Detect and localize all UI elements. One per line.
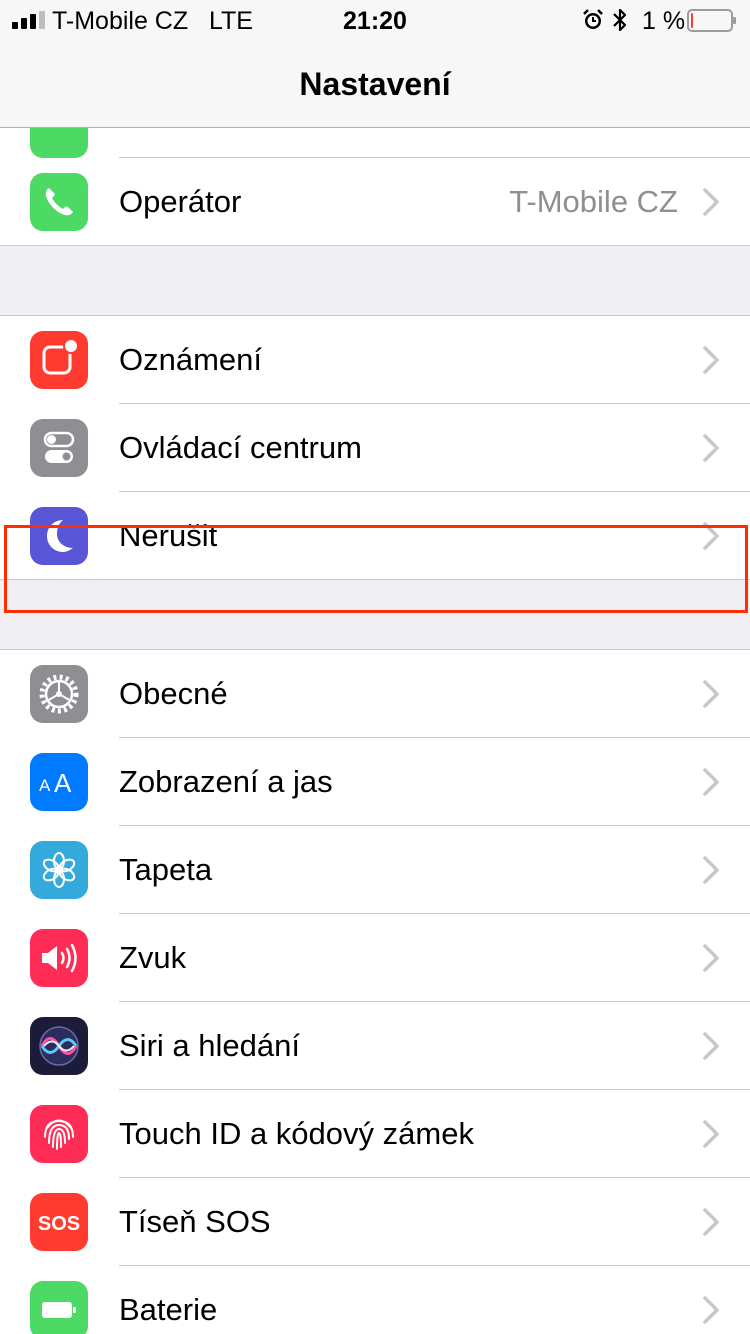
moon-icon	[30, 507, 88, 565]
list-item-partial[interactable]	[0, 128, 750, 158]
sos-icon: SOS	[30, 1193, 88, 1251]
list-item-operator[interactable]: Operátor T-Mobile CZ	[0, 158, 750, 246]
chevron-right-icon	[703, 346, 719, 374]
list-item-display-brightness[interactable]: AA Zobrazení a jas	[0, 738, 750, 826]
battery-icon	[30, 1281, 88, 1334]
list-item-emergency-sos[interactable]: SOS Tíseň SOS	[0, 1178, 750, 1266]
status-bar: T-Mobile CZ LTE 21:20 1 %	[0, 0, 750, 40]
list-item-label: Tíseň SOS	[119, 1204, 271, 1239]
chevron-right-icon	[703, 856, 719, 884]
alarm-icon	[583, 9, 603, 29]
list-item-label: Obecné	[119, 676, 228, 711]
phone-icon	[30, 173, 88, 231]
chevron-right-icon	[703, 768, 719, 796]
list-item-label: Oznámení	[119, 342, 263, 377]
section-gap	[0, 580, 750, 650]
list-item-label: Zvuk	[119, 940, 187, 975]
chevron-right-icon	[703, 434, 719, 462]
list-item-general[interactable]: Obecné	[0, 650, 750, 738]
control-center-icon	[30, 419, 88, 477]
list-item-value: T-Mobile CZ	[509, 184, 678, 219]
list-item-label: Touch ID a kódový zámek	[119, 1116, 474, 1151]
svg-text:A: A	[54, 768, 72, 798]
flower-icon	[30, 841, 88, 899]
list-item-do-not-disturb[interactable]: Nerušit	[0, 492, 750, 580]
chevron-right-icon	[703, 522, 719, 550]
chevron-right-icon	[703, 188, 719, 216]
list-item-control-center[interactable]: Ovládací centrum	[0, 404, 750, 492]
list-item-notifications[interactable]: Oznámení	[0, 316, 750, 404]
list-item-label: Baterie	[119, 1292, 218, 1327]
siri-icon	[30, 1017, 88, 1075]
chevron-right-icon	[703, 1296, 719, 1324]
battery-status-icon	[687, 9, 736, 32]
list-item-touch-id[interactable]: Touch ID a kódový zámek	[0, 1090, 750, 1178]
navigation-bar: Nastavení	[0, 40, 750, 128]
text-size-icon: AA	[30, 753, 88, 811]
list-item-siri-search[interactable]: Siri a hledání	[0, 1002, 750, 1090]
settings-list[interactable]: Operátor T-Mobile CZ Oznámení Ovládací c…	[0, 128, 750, 1334]
section-gap	[0, 246, 750, 316]
list-item-battery[interactable]: Baterie	[0, 1266, 750, 1334]
list-item-label: Tapeta	[119, 852, 213, 887]
list-item-label: Ovládací centrum	[119, 430, 362, 465]
gear-icon	[30, 665, 88, 723]
list-item-label: Nerušit	[119, 518, 218, 553]
list-item-label: Zobrazení a jas	[119, 764, 333, 799]
partial-green-icon	[30, 128, 88, 158]
svg-text:A: A	[39, 776, 51, 795]
chevron-right-icon	[703, 680, 719, 708]
status-time: 21:20	[343, 7, 407, 35]
list-item-wallpaper[interactable]: Tapeta	[0, 826, 750, 914]
bluetooth-icon	[613, 8, 627, 32]
speaker-icon	[30, 929, 88, 987]
list-item-label: Siri a hledání	[119, 1028, 300, 1063]
list-item-sound[interactable]: Zvuk	[0, 914, 750, 1002]
sos-icon-text: SOS	[38, 1213, 80, 1235]
fingerprint-icon	[30, 1105, 88, 1163]
battery-percent: 1 %	[642, 7, 686, 35]
list-item-label: Operátor	[119, 184, 242, 219]
chevron-right-icon	[703, 1208, 719, 1236]
notifications-icon	[30, 331, 88, 389]
chevron-right-icon	[703, 944, 719, 972]
chevron-right-icon	[703, 1120, 719, 1148]
page-title: Nastavení	[299, 66, 451, 102]
chevron-right-icon	[703, 1032, 719, 1060]
